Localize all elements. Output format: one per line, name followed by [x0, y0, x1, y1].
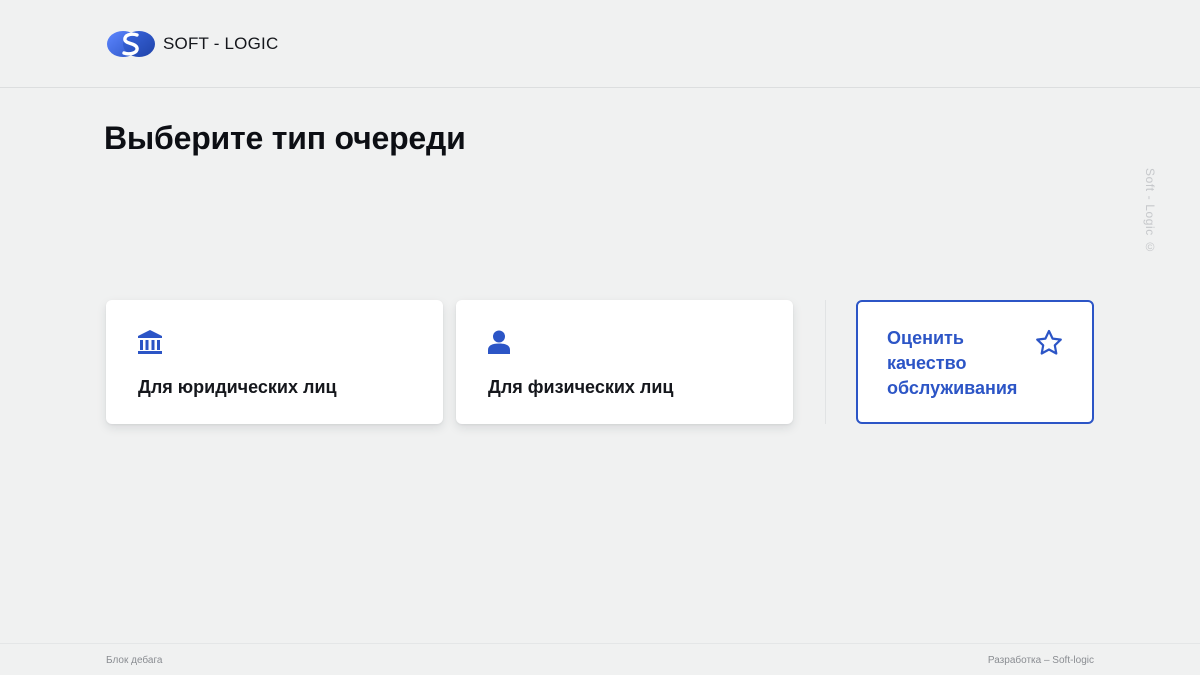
page-title: Выберите тип очереди [104, 120, 466, 156]
individuals-card[interactable]: Для физических лиц [456, 300, 793, 424]
rate-service-label: Оценить качество обслуживания [887, 328, 1018, 398]
developer-credit: Разработка – Soft-logic [987, 655, 1094, 666]
star-icon [1036, 329, 1062, 355]
legal-entities-label: Для юридических лиц [138, 377, 337, 397]
logo[interactable]: SOFT - LOGIC [106, 28, 278, 60]
header: SOFT - LOGIC [0, 0, 1200, 88]
logo-text: SOFT - LOGIC [163, 34, 279, 53]
footer: Блок дебага Разработка – Soft-logic [0, 643, 1200, 675]
person-icon [488, 330, 510, 354]
debug-block-link[interactable]: Блок дебага [106, 655, 162, 666]
individuals-label: Для физических лиц [488, 377, 674, 397]
bank-icon [138, 330, 162, 354]
legal-entities-card[interactable]: Для юридических лиц [106, 300, 443, 424]
divider [825, 300, 826, 424]
softlogic-logo-icon [107, 31, 155, 57]
rate-service-button[interactable]: Оценить качество обслуживания [856, 300, 1094, 424]
side-watermark: Soft - Logic © [1143, 168, 1157, 255]
